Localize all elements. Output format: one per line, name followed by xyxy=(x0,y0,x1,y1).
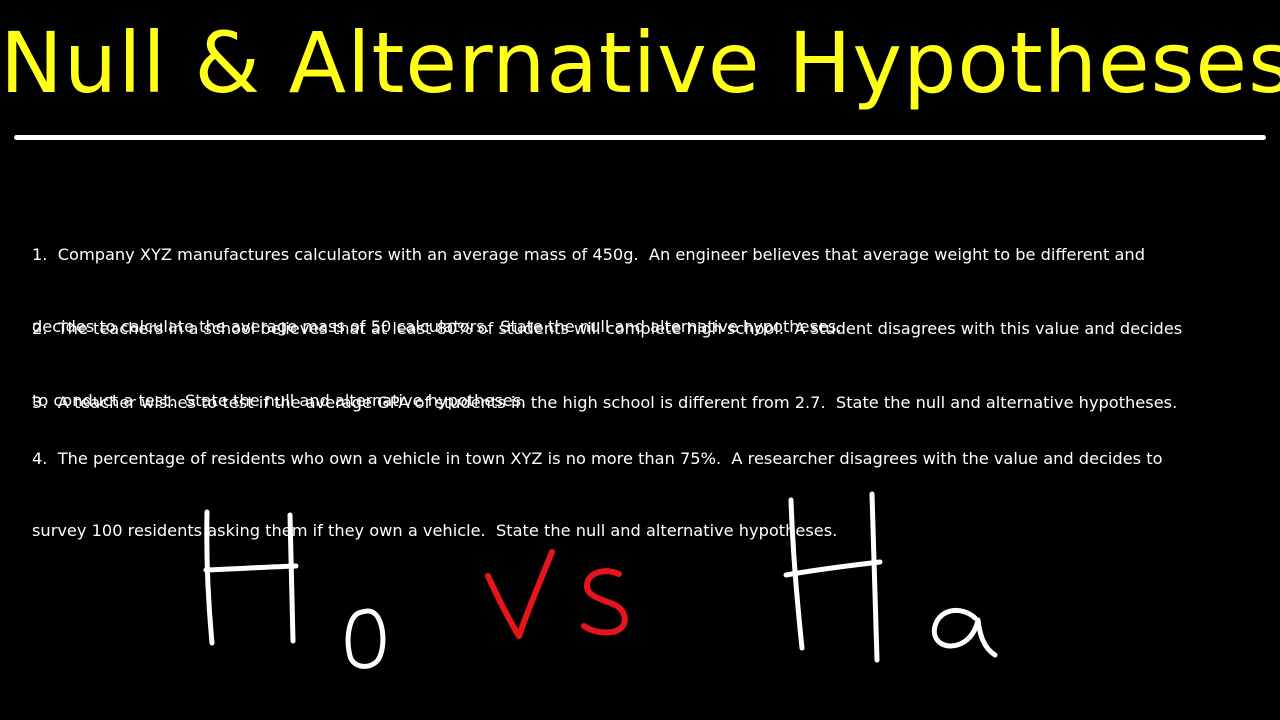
handwritten-h-right xyxy=(783,491,883,663)
slide: Null & Alternative Hypotheses 1. Company… xyxy=(0,0,1280,720)
handwritten-h-left xyxy=(203,509,299,646)
handwritten-subscript-a xyxy=(931,608,998,658)
handwritten-subscript-zero xyxy=(345,608,386,669)
handwritten-vs xyxy=(485,549,628,639)
handwriting-h0-vs-ha xyxy=(203,491,998,669)
